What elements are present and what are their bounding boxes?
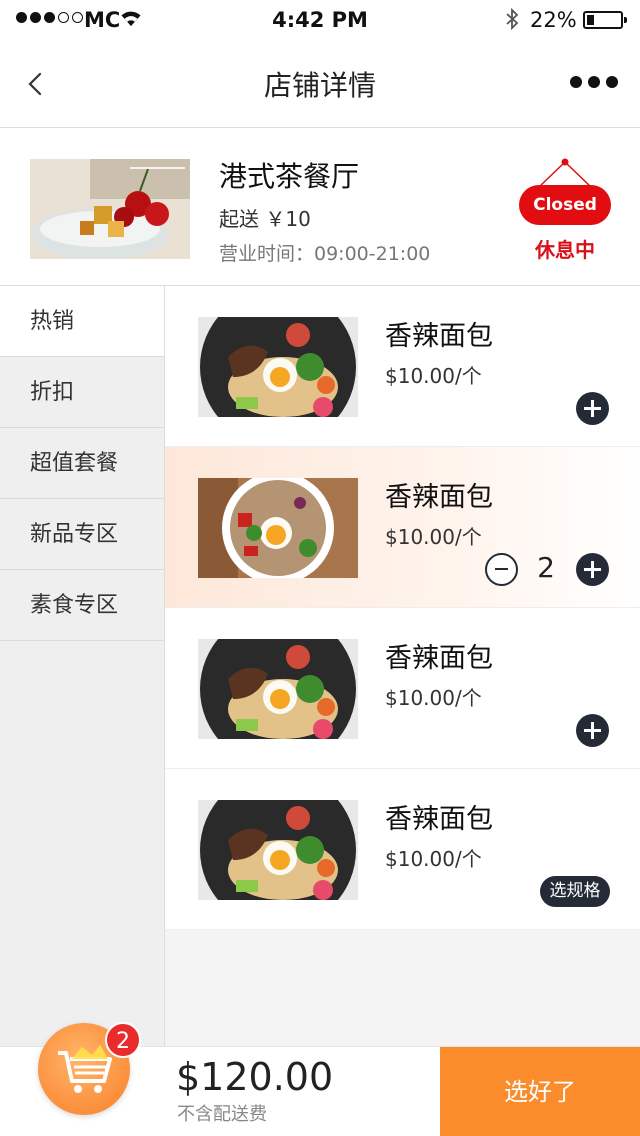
select-spec-button[interactable]: 选规格 [540, 876, 610, 907]
product-item[interactable]: 香辣面包 $10.00/个 选规格 [165, 769, 640, 930]
increase-quantity-button[interactable] [576, 553, 609, 586]
hanging-string-icon [538, 158, 592, 188]
add-to-cart-button[interactable] [576, 392, 609, 425]
category-sidebar: 热销 折扣 超值套餐 新品专区 素食专区 [0, 286, 165, 1046]
product-list: 香辣面包 $10.00/个 香辣面包 $10.00/个 2 香辣面包 $10.0… [165, 286, 640, 1046]
product-name: 香辣面包 [385, 643, 493, 674]
shop-header: 港式茶餐厅 起送 ￥10 营业时间：09:00-21:00 Closed 休息中 [0, 128, 640, 286]
checkout-button[interactable]: 选好了 [440, 1047, 640, 1136]
product-image [198, 317, 358, 417]
sidebar-item-value-set[interactable]: 超值套餐 [0, 428, 164, 499]
product-name: 香辣面包 [385, 482, 493, 513]
closed-status-sign: Closed 休息中 [517, 158, 613, 262]
shop-image [30, 159, 190, 259]
product-item[interactable]: 香辣面包 $10.00/个 2 [165, 447, 640, 608]
delivery-fee-note: 不含配送费 [177, 1104, 267, 1125]
page-title: 店铺详情 [263, 69, 376, 102]
closed-status-text: 休息中 [535, 238, 595, 262]
product-name: 香辣面包 [385, 321, 493, 352]
sidebar-item-new[interactable]: 新品专区 [0, 499, 164, 570]
sidebar-item-discount[interactable]: 折扣 [0, 357, 164, 428]
decrease-quantity-button[interactable] [485, 553, 518, 586]
product-item[interactable]: 香辣面包 $10.00/个 [165, 286, 640, 447]
cart-count-badge: 2 [105, 1022, 141, 1058]
shop-name: 港式茶餐厅 [219, 160, 360, 193]
sidebar-item-hot[interactable]: 热销 [0, 286, 164, 357]
bluetooth-icon [506, 8, 519, 30]
minimum-order: 起送 ￥10 [219, 207, 311, 231]
product-name: 香辣面包 [385, 804, 493, 835]
sidebar-item-vegetarian[interactable]: 素食专区 [0, 570, 164, 641]
closed-badge: Closed [519, 185, 611, 225]
add-to-cart-button[interactable] [576, 714, 609, 747]
product-price: $10.00/个 [385, 364, 482, 388]
cart-bar: 2 $120.00 不含配送费 选好了 [0, 1022, 640, 1136]
status-bar: MC 4:42 PM 22% [0, 0, 640, 40]
product-image [198, 800, 358, 900]
quantity-value: 2 [537, 551, 555, 584]
product-image [198, 478, 358, 578]
product-item[interactable]: 香辣面包 $10.00/个 [165, 608, 640, 769]
battery-percent: 22% [530, 8, 577, 32]
product-price: $10.00/个 [385, 847, 482, 871]
battery-icon [583, 11, 627, 29]
more-options-icon[interactable] [570, 76, 618, 88]
product-image [198, 639, 358, 739]
product-price: $10.00/个 [385, 686, 482, 710]
cart-total: $120.00 [176, 1055, 334, 1099]
nav-bar: 店铺详情 [0, 40, 640, 128]
product-price: $10.00/个 [385, 525, 482, 549]
business-hours: 营业时间：09:00-21:00 [219, 243, 431, 265]
